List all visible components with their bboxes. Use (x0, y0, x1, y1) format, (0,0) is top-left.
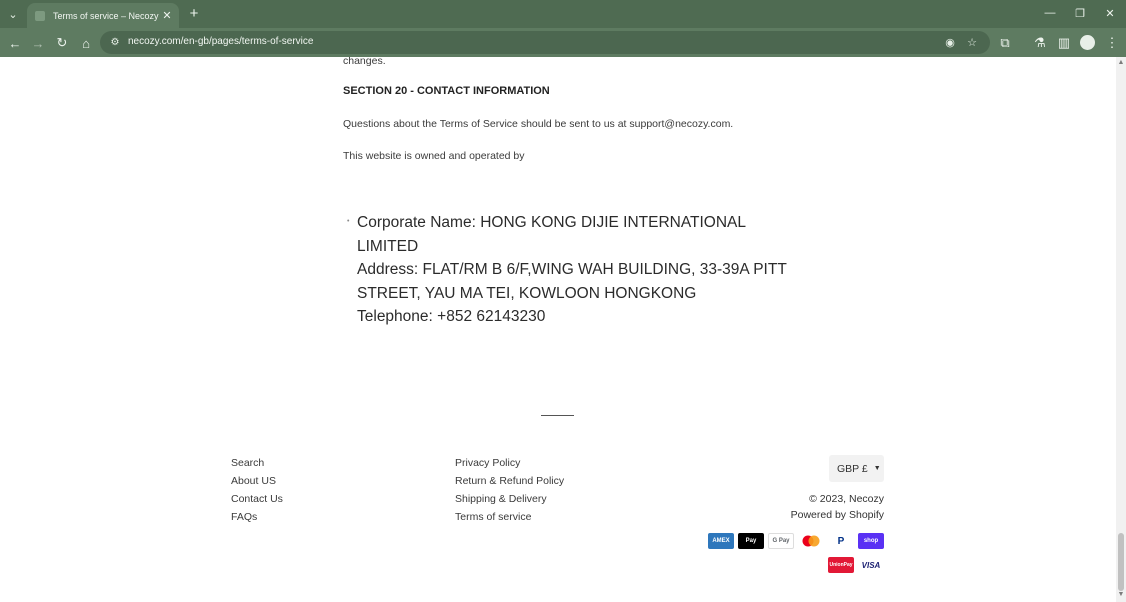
menu-icon[interactable]: ⋮ (1102, 33, 1122, 53)
reload-icon[interactable]: ↻ (52, 33, 72, 53)
profile-avatar[interactable] (1080, 35, 1095, 50)
restore-icon[interactable]: ❐ (1069, 4, 1091, 22)
minimize-icon[interactable]: — (1039, 4, 1061, 22)
tab-close-icon[interactable]: ✕ (159, 9, 175, 22)
bullet-icon: • (347, 218, 350, 225)
apple-pay-icon: Pay (738, 533, 764, 549)
extensions-icon[interactable]: ⧉ (995, 33, 1015, 53)
window-close-icon[interactable]: ✕ (1099, 4, 1121, 22)
address-line-1: Address: FLAT/RM B 6/F,WING WAH BUILDING… (357, 261, 787, 278)
company-info: • Corporate Name: HONG KONG DIJIE INTERN… (347, 211, 797, 329)
footer-link-privacy[interactable]: Privacy Policy (455, 454, 564, 472)
footer-link-terms[interactable]: Terms of service (455, 508, 564, 526)
google-pay-icon: G Pay (768, 533, 794, 549)
new-tab-icon[interactable]: + (185, 4, 203, 22)
favicon-icon (35, 10, 45, 21)
sidebar-icon[interactable]: ▥ (1054, 33, 1074, 53)
currency-selector[interactable]: GBP £ ▼ (829, 455, 884, 482)
section-heading: SECTION 20 - CONTACT INFORMATION (343, 85, 550, 97)
owned-text: This website is owned and operated by (343, 150, 525, 162)
url-text[interactable]: necozy.com/en-gb/pages/terms-of-service (128, 36, 313, 47)
browser-tab-strip: ⌄ Terms of service – Necozy ✕ + — ❐ ✕ (0, 0, 1126, 28)
bookmark-star-icon[interactable]: ☆ (964, 34, 980, 50)
caret-down-icon: ▼ (873, 465, 881, 472)
footer-links-col-1: Search About US Contact Us FAQs (231, 454, 283, 526)
previous-line-text: changes. (343, 57, 386, 67)
amex-icon: AMEX (708, 533, 734, 549)
site-info-icon[interactable]: ⚙ (109, 36, 121, 48)
tab-title: Terms of service – Necozy (53, 10, 159, 21)
copyright-text: © 2023, Necozy (809, 493, 884, 505)
unionpay-icon: UnionPay (828, 557, 854, 573)
scroll-up-arrow-icon[interactable]: ▲ (1116, 59, 1126, 67)
currency-value: GBP £ (837, 462, 868, 475)
page-viewport: changes. SECTION 20 - CONTACT INFORMATIO… (0, 57, 1116, 602)
questions-text: Questions about the Terms of Service sho… (343, 118, 734, 130)
tab-search-chevron-icon[interactable]: ⌄ (4, 5, 22, 23)
forward-icon[interactable]: → (28, 33, 48, 53)
paypal-icon: P (828, 533, 854, 549)
footer-links-col-2: Privacy Policy Return & Refund Policy Sh… (455, 454, 564, 526)
vertical-scrollbar[interactable]: ▲ ▼ (1116, 57, 1126, 602)
powered-by-link[interactable]: Powered by Shopify (760, 509, 884, 521)
scroll-thumb[interactable] (1118, 533, 1124, 591)
browser-toolbar: ← → ↻ ⌂ ⚙ necozy.com/en-gb/pages/terms-o… (0, 28, 1126, 57)
footer-link-about[interactable]: About US (231, 472, 283, 490)
footer-link-refund[interactable]: Return & Refund Policy (455, 472, 564, 490)
browser-tab[interactable]: Terms of service – Necozy ✕ (27, 3, 179, 28)
corporate-name: Corporate Name: HONG KONG DIJIE INTERNAT… (357, 214, 746, 255)
address-bar[interactable]: ⚙ necozy.com/en-gb/pages/terms-of-servic… (100, 31, 990, 54)
labs-icon[interactable]: ⚗ (1030, 33, 1050, 53)
footer-link-shipping[interactable]: Shipping & Delivery (455, 490, 564, 508)
eye-off-icon[interactable]: ◉ (942, 34, 958, 50)
back-icon[interactable]: ← (5, 33, 25, 53)
visa-icon: VISA (858, 557, 884, 573)
home-icon[interactable]: ⌂ (76, 33, 96, 53)
mastercard-icon (798, 533, 824, 549)
footer-link-faqs[interactable]: FAQs (231, 508, 283, 526)
telephone: Telephone: +852 62143230 (357, 308, 546, 325)
footer-link-search[interactable]: Search (231, 454, 283, 472)
scroll-down-arrow-icon[interactable]: ▼ (1116, 591, 1126, 599)
footer-link-contact[interactable]: Contact Us (231, 490, 283, 508)
shop-pay-icon: shop (858, 533, 884, 549)
address-line-2: STREET, YAU MA TEI, KOWLOON HONGKONG (357, 284, 697, 302)
footer-divider (541, 415, 574, 416)
